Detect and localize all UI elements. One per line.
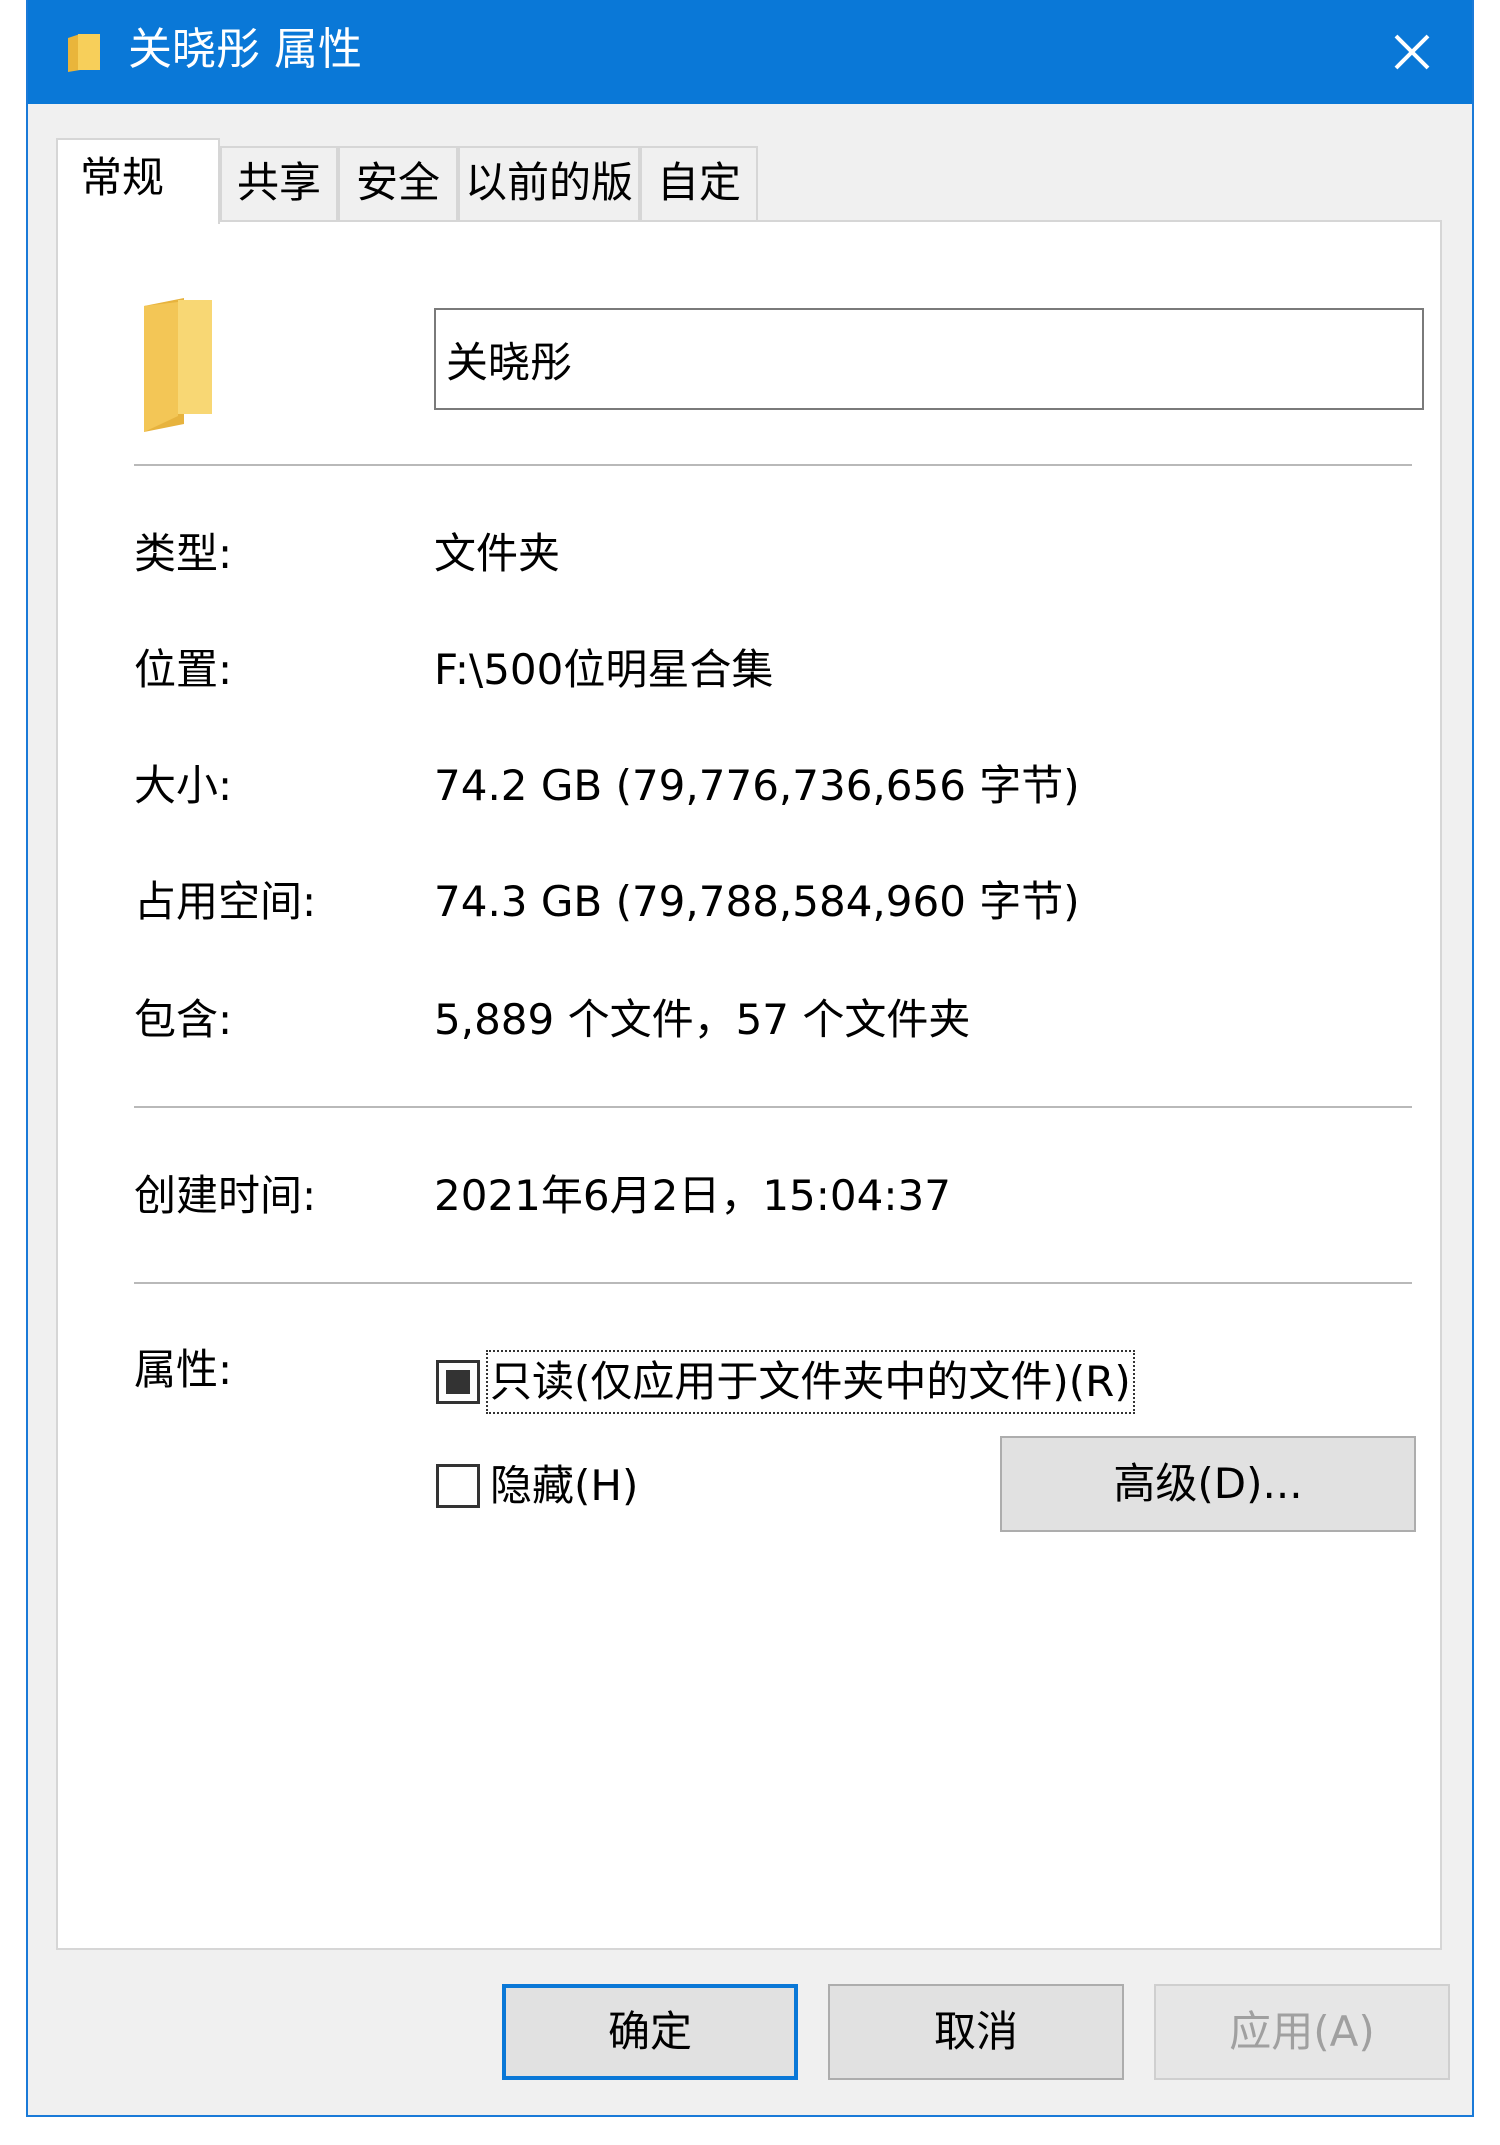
window-title: 关晓彤 属性 (128, 24, 362, 75)
ok-button[interactable]: 确定 (502, 1984, 798, 2080)
folder-icon (68, 34, 100, 72)
close-icon[interactable] (1380, 20, 1444, 84)
hidden-label[interactable]: 隐藏(H) (490, 1458, 638, 1514)
tab-sharing[interactable]: 共享 (220, 146, 338, 222)
type-value: 文件夹 (434, 529, 561, 578)
created-value: 2021年6月2日，15:04:37 (434, 1171, 951, 1220)
separator (134, 1106, 1412, 1108)
general-panel: 类型: 文件夹 位置: F:\500位明星合集 大小: 74.2 GB (79,… (56, 220, 1442, 1950)
folder-large-icon (144, 298, 212, 432)
tab-previous-versions[interactable]: 以前的版本 (458, 146, 640, 277)
location-value: F:\500位明星合集 (434, 645, 774, 694)
title-bar[interactable]: 关晓彤 属性 (28, 0, 1472, 104)
apply-button[interactable]: 应用(A) (1154, 1984, 1450, 2080)
size-value: 74.2 GB (79,776,736,656 字节) (434, 761, 1080, 810)
separator (134, 1282, 1412, 1284)
size-label: 大小: (134, 761, 233, 810)
created-label: 创建时间: (134, 1171, 317, 1220)
tab-security[interactable]: 安全 (338, 146, 458, 222)
separator (134, 464, 1412, 466)
size-on-disk-value: 74.3 GB (79,788,584,960 字节) (434, 877, 1080, 926)
properties-dialog: 关晓彤 属性 常规 共享 安全 以前的版本 自定义 类型: 文件夹 位置: F:… (26, 0, 1474, 2117)
type-label: 类型: (134, 529, 233, 578)
tab-strip: 常规 共享 安全 以前的版本 自定义 (56, 138, 1456, 277)
attributes-label: 属性: (134, 1345, 233, 1394)
advanced-button[interactable]: 高级(D)... (1000, 1436, 1416, 1532)
tab-general[interactable]: 常规 (56, 138, 220, 224)
readonly-label[interactable]: 只读(仅应用于文件夹中的文件)(R) (486, 1350, 1135, 1414)
contains-label: 包含: (134, 995, 233, 1044)
hidden-checkbox[interactable] (436, 1464, 480, 1508)
folder-name-input[interactable] (434, 308, 1424, 410)
readonly-checkbox[interactable] (436, 1360, 480, 1404)
tab-customize[interactable]: 自定义 (640, 146, 758, 277)
location-label: 位置: (134, 645, 233, 694)
contains-value: 5,889 个文件，57 个文件夹 (434, 995, 971, 1044)
size-on-disk-label: 占用空间: (134, 877, 317, 926)
cancel-button[interactable]: 取消 (828, 1984, 1124, 2080)
